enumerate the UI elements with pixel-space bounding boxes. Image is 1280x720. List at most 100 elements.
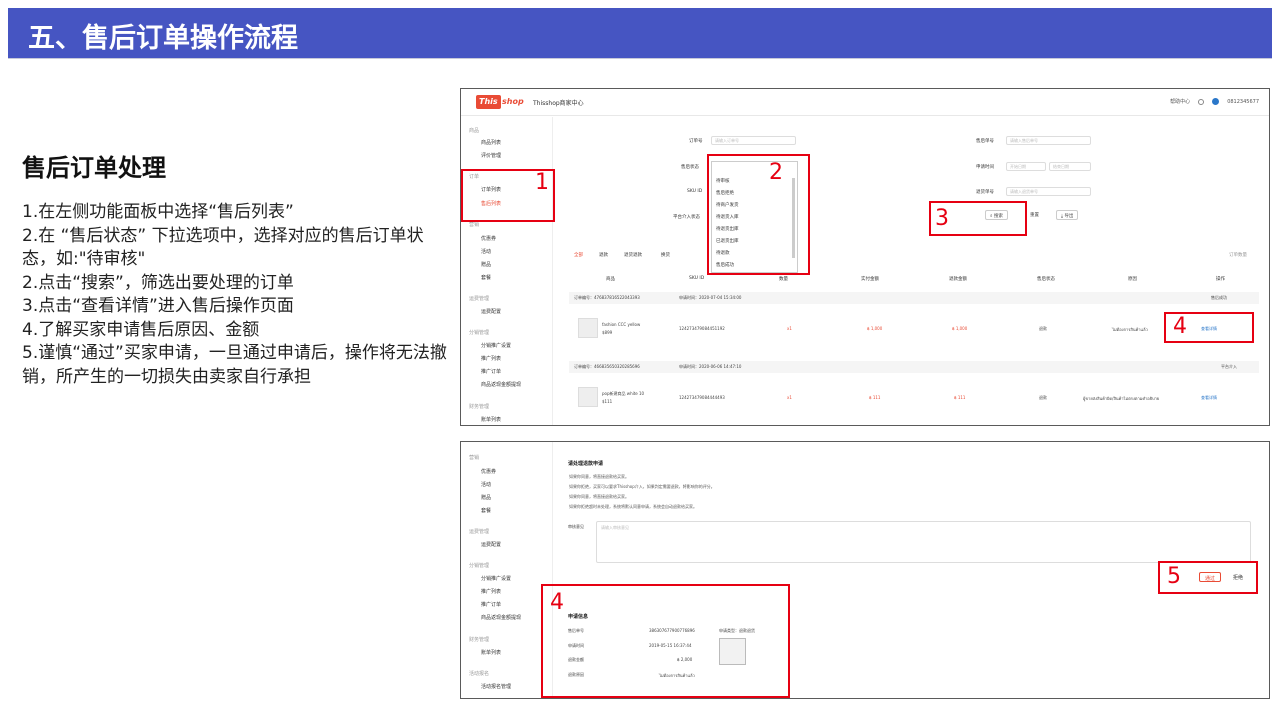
sidebar-item-shipping-config[interactable]: 运费配置: [481, 541, 501, 548]
sidebar-item-withdraw[interactable]: 商品返现金额提现: [481, 381, 521, 388]
order-badge: 平台介入: [1221, 364, 1237, 369]
reason-value: ผู้ขายส่งสินค้าผิด/สินค้าไม่ตรงตามคำอธิบ…: [1083, 396, 1160, 401]
export-button[interactable]: ⤓ 导出: [1056, 210, 1079, 220]
order-no-label: 订单号: [689, 139, 703, 144]
tab-exchange[interactable]: 换货: [661, 252, 670, 258]
sidebar-item-promo-orders[interactable]: 推广订单: [481, 368, 501, 375]
sidebar-item-account-list[interactable]: 账单列表: [481, 649, 501, 656]
sidebar-item-bundles[interactable]: 套餐: [481, 274, 491, 281]
step-2: 2.在 “售后状态” 下拉选项中，选择对应的售后订单状态，如:"待审核": [22, 225, 424, 270]
tab-refund[interactable]: 退款: [599, 252, 608, 258]
sku-value: 124273479084451192: [679, 326, 725, 331]
warning-line: 如果你同意，将直接退款给买家。: [569, 474, 629, 479]
reason-value: ไม่ต้องการสินค้าแล้ว: [1112, 327, 1148, 332]
instructions-panel: 售后订单处理 1.在左侧功能面板中选择“售后列表” 2.在 “售后状态” 下拉选…: [22, 148, 447, 389]
col-product: 商品: [606, 277, 615, 282]
sidebar-item-coupons[interactable]: 优惠券: [481, 235, 496, 242]
sidebar-item-review[interactable]: 评价管理: [481, 152, 501, 159]
step-6: 5.谨慎“通过”买家申请，一旦通过申请后，操作将无法撤销，所产生的一切损失由卖家…: [22, 343, 447, 387]
sidebar-group-distribution[interactable]: 分销管理: [469, 562, 489, 569]
product-price: $899: [602, 330, 613, 335]
sidebar-group-logistics[interactable]: 运费管理: [469, 295, 489, 302]
order-no-input[interactable]: 请输入订单号: [711, 136, 796, 145]
aftersale-status-value: 退款: [1039, 395, 1047, 400]
status-label: 售后状态: [681, 165, 699, 170]
sidebar-group-logistics[interactable]: 运费管理: [469, 528, 489, 535]
sidebar-item-account-list[interactable]: 账单列表: [481, 416, 501, 423]
sidebar-item-activities[interactable]: 活动: [481, 248, 491, 255]
view-details-link[interactable]: 查看详情: [1201, 395, 1217, 401]
section-title: 售后订单处理: [22, 154, 166, 182]
sku-value: 124273479084444493: [679, 395, 725, 400]
tab-all[interactable]: 全部: [574, 252, 583, 258]
thisshop-logo: This: [476, 95, 501, 109]
top-bar: This shop Thisshop商家中心 帮助中心 0812345677: [461, 89, 1269, 116]
step-5: 4.了解买家申请售后原因、金额: [22, 319, 260, 340]
top-bar-right: 帮助中心 0812345677: [1170, 98, 1259, 105]
account-name[interactable]: 0812345677: [1227, 99, 1259, 105]
sidebar-item-distribution-settings[interactable]: 分销推广设置: [481, 575, 511, 582]
order-number: 订单编号：466835650320285696: [574, 364, 640, 369]
aftersale-no-input[interactable]: 请输入售后单号: [1006, 136, 1091, 145]
reset-button[interactable]: 重置: [1026, 210, 1043, 220]
sidebar-group-marketing[interactable]: 营销: [469, 454, 479, 461]
callout-5: 5: [1167, 564, 1181, 589]
aftersale-list-screenshot: This shop Thisshop商家中心 帮助中心 0812345677 商…: [460, 88, 1270, 426]
product-name: fashion CCC yellow: [602, 322, 641, 327]
account-avatar-icon[interactable]: [1212, 98, 1220, 105]
tab-return-refund[interactable]: 退货退款: [624, 252, 642, 258]
product-thumbnail: [578, 387, 598, 407]
col-action: 操作: [1216, 277, 1225, 282]
sidebar-item-coupons[interactable]: 优惠券: [481, 468, 496, 475]
sidebar-item-promo-list[interactable]: 推广列表: [481, 355, 501, 362]
order-header-row: [569, 361, 1259, 373]
sidebar-item-gifts[interactable]: 赠品: [481, 261, 491, 268]
col-reason: 原因: [1128, 277, 1137, 282]
aftersale-detail-screenshot: 营销 优惠券 活动 赠品 套餐 运费管理 运费配置 分销管理 分销推广设置 推广…: [460, 441, 1270, 699]
order-header-row: [569, 292, 1259, 304]
paid-value: ฿ 1,000: [867, 326, 883, 331]
sidebar-item-promo-orders[interactable]: 推广订单: [481, 601, 501, 608]
slide-header: 五、售后订单操作流程: [8, 8, 1272, 58]
order-number: 订单编号：476837816522043393: [574, 295, 640, 300]
sidebar-item-product-list[interactable]: 商品列表: [481, 139, 501, 146]
thisshop-logo-tail: shop: [502, 97, 524, 106]
remark-label: 审核意见: [568, 524, 584, 529]
help-link[interactable]: 帮助中心: [1170, 98, 1190, 105]
callout-4-info: 4: [550, 590, 564, 615]
product-thumbnail: [578, 318, 598, 338]
callout-1: 1: [535, 170, 549, 195]
slide-title: 五、售后订单操作流程: [28, 23, 298, 54]
settings-icon[interactable]: [1198, 98, 1205, 105]
refund-value: ฿ 111: [954, 395, 966, 400]
sidebar-group-marketing[interactable]: 营销: [469, 221, 479, 228]
sidebar-item-gifts[interactable]: 赠品: [481, 494, 491, 501]
warning-line: 如果你拒绝超时未处理，系统将默认同意申请，系统会自动退款给买家。: [569, 504, 697, 509]
sidebar-group-other[interactable]: 活动报名: [469, 670, 489, 677]
product-name: pop新建商品 white 10: [602, 391, 645, 396]
sidebar-group-product[interactable]: 商品: [469, 127, 479, 134]
callout-2: 2: [769, 160, 783, 185]
sidebar: 营销 优惠券 活动 赠品 套餐 运费管理 运费配置 分销管理 分销推广设置 推广…: [461, 442, 553, 698]
sidebar-item-shipping-config[interactable]: 运费配置: [481, 308, 501, 315]
remark-textarea[interactable]: 请输入审核意见: [596, 521, 1251, 563]
sidebar-item-activities[interactable]: 活动: [481, 481, 491, 488]
sidebar-item-bundles[interactable]: 套餐: [481, 507, 491, 514]
sidebar-group-distribution[interactable]: 分销管理: [469, 329, 489, 336]
sidebar-item-activity-mgmt[interactable]: 活动报名管理: [481, 683, 511, 690]
sidebar-group-finance[interactable]: 财务管理: [469, 636, 489, 643]
sidebar-item-distribution-settings[interactable]: 分销推广设置: [481, 342, 511, 349]
sidebar-item-withdraw[interactable]: 商品返现金额提现: [481, 614, 521, 621]
qty-value: x1: [787, 395, 792, 400]
export-records-link[interactable]: 订单数量: [1229, 252, 1247, 258]
refund-request-heading: 请处理退款申请: [568, 461, 604, 467]
sidebar-item-promo-list[interactable]: 推广列表: [481, 588, 501, 595]
col-status: 售后状态: [1037, 277, 1055, 282]
step-3: 2.点击“搜索”，筛选出要处理的订单: [22, 272, 294, 293]
end-date-input[interactable]: 结束日期: [1049, 162, 1091, 171]
order-badge: 售后成功: [1211, 295, 1227, 300]
return-no-input[interactable]: 请输入退货单号: [1006, 187, 1091, 196]
sidebar-group-finance[interactable]: 财务管理: [469, 403, 489, 410]
start-date-input[interactable]: 开始日期: [1006, 162, 1046, 171]
header-divider: [8, 58, 1272, 59]
